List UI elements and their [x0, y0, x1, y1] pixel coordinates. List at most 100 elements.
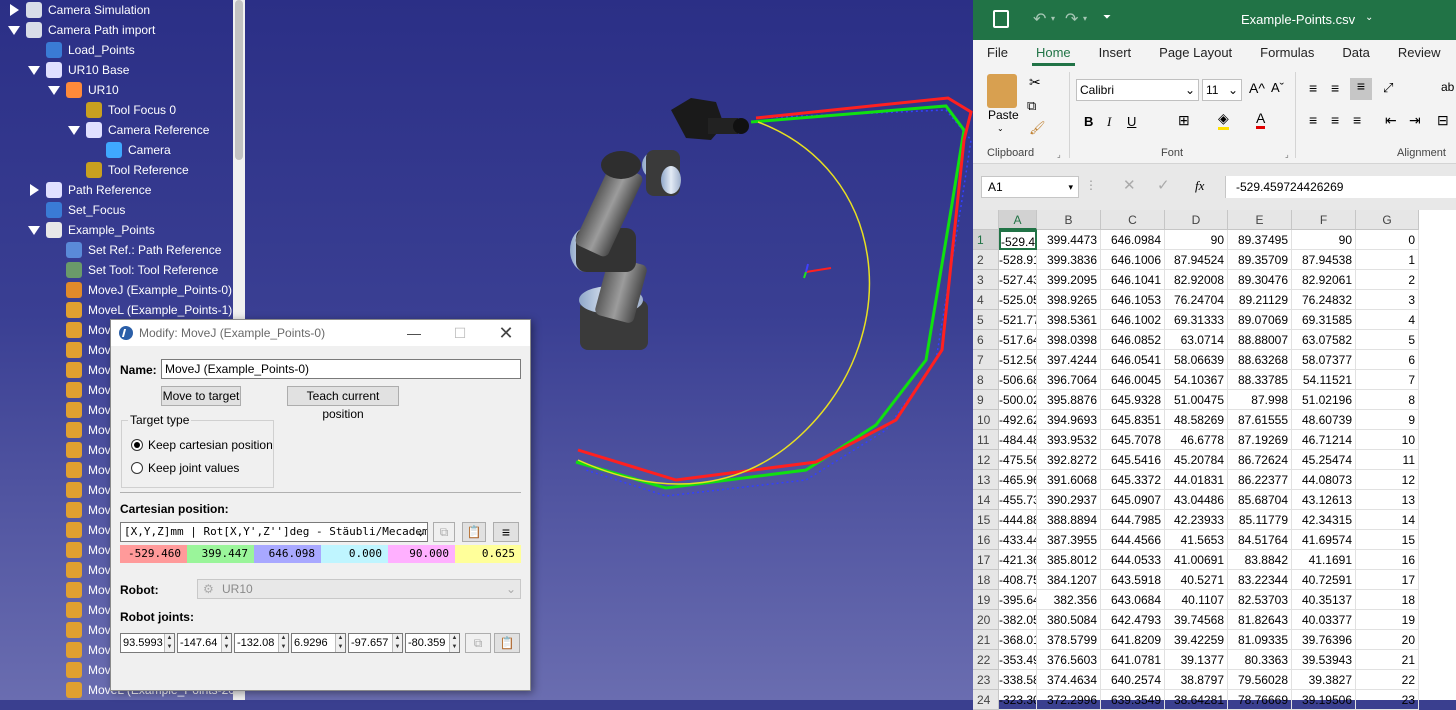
tree-item[interactable]: Move [48, 600, 117, 620]
collapse-arrow-icon[interactable] [28, 180, 40, 200]
table-cell[interactable]: 397.4244 [1037, 350, 1101, 370]
tree-item[interactable]: Move [48, 480, 117, 500]
table-cell[interactable]: -527.438 [999, 270, 1037, 290]
table-cell[interactable]: -455.73 [999, 490, 1037, 510]
table-cell[interactable]: 58.07377 [1292, 350, 1356, 370]
close-icon[interactable]: ✕ [483, 320, 529, 346]
table-cell[interactable]: 81.09335 [1228, 630, 1292, 650]
table-cell[interactable]: -506.686 [999, 370, 1037, 390]
undo-icon[interactable]: ↶ [1033, 9, 1046, 29]
table-cell[interactable]: 391.6068 [1037, 470, 1101, 490]
table-cell[interactable]: 58.06639 [1165, 350, 1228, 370]
cartesian-value[interactable]: 0.625 [455, 545, 521, 563]
tree-item[interactable]: Camera Simulation [8, 0, 150, 20]
expand-arrow-icon[interactable] [8, 20, 20, 40]
table-cell[interactable]: 0 [1356, 230, 1419, 250]
row-header[interactable]: 5 [973, 310, 999, 330]
row-header[interactable]: 13 [973, 470, 999, 490]
row-header[interactable]: 22 [973, 650, 999, 670]
table-cell[interactable]: 51.02196 [1292, 390, 1356, 410]
table-cell[interactable]: 86.22377 [1228, 470, 1292, 490]
table-cell[interactable]: -382.057 [999, 610, 1037, 630]
ribbon-tab-page-layout[interactable]: Page Layout [1145, 40, 1246, 66]
expand-arrow-icon[interactable] [68, 120, 80, 140]
tree-item[interactable]: Tool Reference [68, 160, 189, 180]
table-cell[interactable]: 384.1207 [1037, 570, 1101, 590]
table-cell[interactable]: 645.7078 [1101, 430, 1165, 450]
table-cell[interactable]: 4 [1356, 310, 1419, 330]
table-cell[interactable]: 44.01831 [1165, 470, 1228, 490]
table-cell[interactable]: 82.92061 [1292, 270, 1356, 290]
table-cell[interactable]: 76.24832 [1292, 290, 1356, 310]
table-cell[interactable]: 645.9328 [1101, 390, 1165, 410]
cartesian-value[interactable]: 90.000 [388, 545, 455, 563]
table-cell[interactable]: 83.22344 [1228, 570, 1292, 590]
row-header[interactable]: 24 [973, 690, 999, 710]
font-size-select[interactable]: 11 ⌄ [1202, 79, 1242, 101]
table-cell[interactable]: 89.30476 [1228, 270, 1292, 290]
italic-button[interactable]: I [1107, 114, 1111, 130]
tree-item[interactable]: Move [48, 380, 117, 400]
table-cell[interactable]: 387.3955 [1037, 530, 1101, 550]
table-cell[interactable]: 88.88007 [1228, 330, 1292, 350]
align-right-icon[interactable]: ≡ [1353, 112, 1361, 128]
tree-item[interactable]: Move [48, 580, 117, 600]
table-cell[interactable]: 40.1107 [1165, 590, 1228, 610]
table-cell[interactable]: 87.998 [1228, 390, 1292, 410]
row-header[interactable]: 23 [973, 670, 999, 690]
table-cell[interactable]: 40.03377 [1292, 610, 1356, 630]
table-cell[interactable]: 81.82643 [1228, 610, 1292, 630]
tree-item[interactable]: UR10 Base [28, 60, 129, 80]
align-center-icon[interactable]: ≡ [1331, 112, 1339, 128]
table-cell[interactable]: 645.8351 [1101, 410, 1165, 430]
table-cell[interactable]: 80.3363 [1228, 650, 1292, 670]
redo-icon[interactable]: ↷ [1065, 9, 1078, 29]
bold-button[interactable]: B [1084, 114, 1093, 129]
table-cell[interactable]: 5 [1356, 330, 1419, 350]
table-cell[interactable]: 86.72624 [1228, 450, 1292, 470]
tree-item[interactable]: Camera Reference [68, 120, 209, 140]
table-cell[interactable]: 79.56028 [1228, 670, 1292, 690]
table-cell[interactable]: 9 [1356, 410, 1419, 430]
chevron-down-icon[interactable]: ⌄ [997, 124, 1004, 133]
table-cell[interactable]: -323.307 [999, 690, 1037, 710]
ribbon[interactable]: Paste ⌄ ✂ ⧉ 🖌 Clipboard ⌟ Calibri ⌄ 11 ⌄ A… [973, 66, 1456, 164]
table-cell[interactable]: 38.64281 [1165, 690, 1228, 710]
table-cell[interactable]: 39.1377 [1165, 650, 1228, 670]
tree-item[interactable]: Move [48, 460, 117, 480]
move-to-target-button[interactable]: Move to target [161, 386, 241, 406]
keep-joint-radio[interactable] [131, 462, 143, 474]
format-painter-icon[interactable]: 🖌 [1029, 120, 1046, 136]
joint-spinbox[interactable]: -97.657 ▲ ▼ [348, 633, 403, 653]
tree-item[interactable]: Move [48, 500, 117, 520]
tree-item[interactable]: MoveJ (Example_Points-0) [48, 280, 232, 300]
row-header[interactable]: 15 [973, 510, 999, 530]
table-cell[interactable]: 39.76396 [1292, 630, 1356, 650]
row-header[interactable]: 16 [973, 530, 999, 550]
table-cell[interactable]: 382.356 [1037, 590, 1101, 610]
tree-item[interactable]: Load_Points [28, 40, 135, 60]
column-header[interactable]: C [1101, 210, 1165, 230]
ribbon-tab-formulas[interactable]: Formulas [1246, 40, 1328, 66]
underline-button[interactable]: U [1127, 114, 1136, 129]
table-cell[interactable]: 83.8842 [1228, 550, 1292, 570]
tree-item[interactable]: Camera Path import [8, 20, 155, 40]
table-cell[interactable]: 43.12613 [1292, 490, 1356, 510]
table-cell[interactable]: 69.31333 [1165, 310, 1228, 330]
table-cell[interactable]: 22 [1356, 670, 1419, 690]
table-cell[interactable]: 45.25474 [1292, 450, 1356, 470]
table-cell[interactable]: 392.8272 [1037, 450, 1101, 470]
table-cell[interactable]: 399.3836 [1037, 250, 1101, 270]
table-cell[interactable]: -500.028 [999, 390, 1037, 410]
formula-bar[interactable]: A1 ▾ ⋮ ✕ ✓ fx -529.459724426269 [973, 164, 1456, 210]
table-cell[interactable]: 390.2937 [1037, 490, 1101, 510]
table-cell[interactable]: 46.71214 [1292, 430, 1356, 450]
spin-arrows-icon[interactable]: ▲ ▼ [164, 634, 174, 652]
chevron-down-icon[interactable]: ⌄ [1365, 12, 1373, 23]
table-cell[interactable]: 645.5416 [1101, 450, 1165, 470]
table-cell[interactable]: -517.648 [999, 330, 1037, 350]
table-cell[interactable]: 39.74568 [1165, 610, 1228, 630]
tree-item[interactable]: Set Tool: Tool Reference [48, 260, 218, 280]
table-cell[interactable]: 394.9693 [1037, 410, 1101, 430]
table-cell[interactable]: 41.5653 [1165, 530, 1228, 550]
